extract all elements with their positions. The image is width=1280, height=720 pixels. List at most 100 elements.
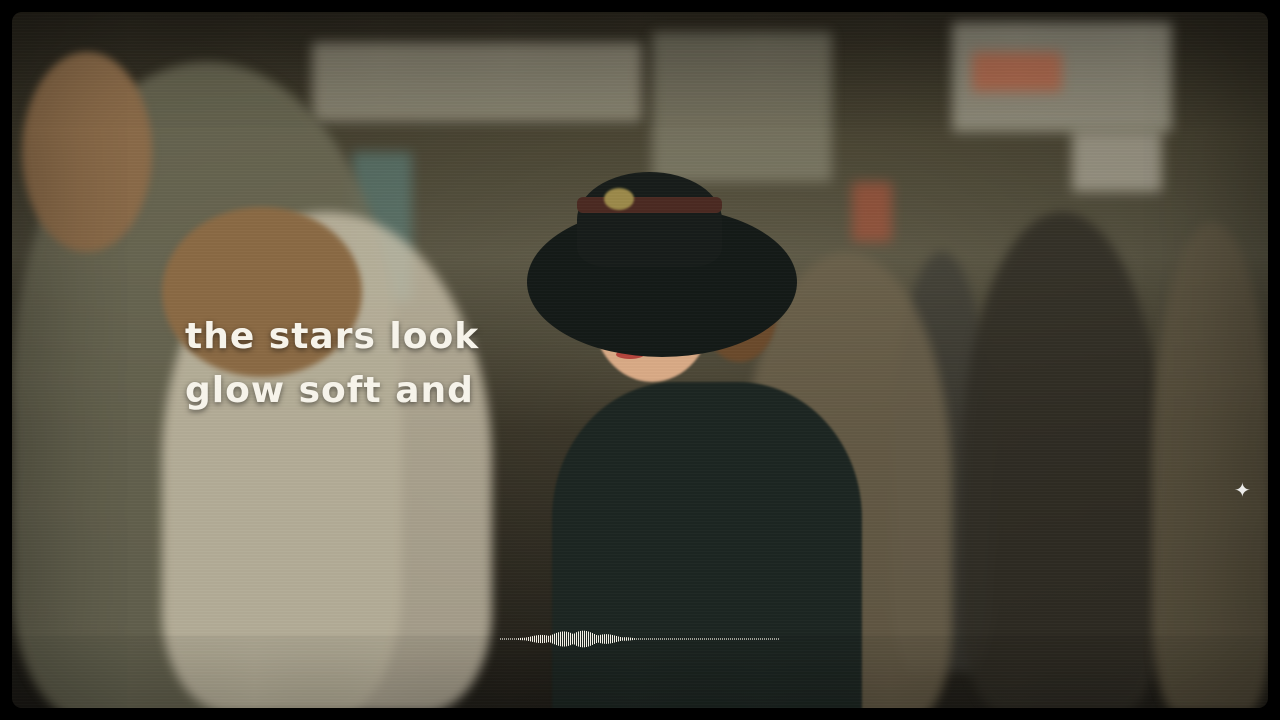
waveform-bar [692, 638, 693, 640]
waveform-bar [736, 638, 737, 640]
waveform-bar [558, 632, 559, 646]
waveform-bar [646, 638, 647, 640]
waveform-bar [604, 634, 605, 644]
waveform-bar [574, 633, 575, 645]
waveform-bar [642, 638, 643, 640]
waveform-bar [690, 638, 691, 640]
waveform-bar [738, 638, 739, 640]
waveform-bar [674, 638, 675, 640]
waveform-bar [594, 634, 595, 644]
waveform-bar [636, 638, 637, 640]
waveform-bar [640, 638, 641, 640]
waveform-bar [664, 638, 665, 640]
waveform-bar [514, 638, 515, 640]
waveform-bar [566, 631, 567, 647]
waveform-bar [590, 632, 591, 646]
waveform-bar [760, 638, 761, 640]
waveform-bar [540, 634, 541, 644]
waveform-bar [546, 635, 547, 643]
waveform-bar [766, 638, 767, 640]
waveform-bar [564, 631, 565, 647]
waveform-bar [670, 638, 671, 640]
video-frame: the stars look glow soft and ✦ [0, 0, 1280, 720]
waveform-bar [702, 638, 703, 640]
waveform-bar [770, 638, 771, 640]
waveform-bar [726, 638, 727, 640]
waveform-bar [740, 638, 741, 640]
waveform-bar [648, 638, 649, 640]
waveform-bar [638, 638, 639, 640]
waveform-bar [518, 638, 519, 640]
waveform-bar [570, 632, 571, 646]
waveform-bar [748, 638, 749, 640]
waveform-bar [732, 638, 733, 640]
waveform-bar [776, 638, 777, 640]
waveform-bar [650, 638, 651, 640]
waveform-bar [510, 638, 511, 640]
waveform-bar [676, 638, 677, 640]
waveform-bar [644, 638, 645, 640]
waveform-bar [758, 638, 759, 640]
waveform-bar [536, 635, 537, 643]
waveform-bar [610, 634, 611, 644]
waveform-bar [568, 632, 569, 646]
waveform-bar [620, 636, 621, 642]
waveform-bar [622, 637, 623, 641]
waveform-bar [656, 638, 657, 640]
waveform-bar [678, 638, 679, 640]
waveform-bar [706, 638, 707, 640]
waveform-bar [508, 638, 509, 640]
waveform-bar [596, 634, 597, 644]
waveform-bar [660, 638, 661, 640]
waveform-bar [718, 638, 719, 640]
waveform-bar [576, 632, 577, 646]
waveform-bar [630, 637, 631, 641]
waveform-bar [762, 638, 763, 640]
waveform-bar [704, 638, 705, 640]
waveform-bar [714, 638, 715, 640]
waveform-bar [624, 637, 625, 641]
audio-waveform [500, 630, 779, 648]
waveform-bar [562, 631, 563, 647]
waveform-bar [606, 634, 607, 644]
waveform-bar [668, 638, 669, 640]
waveform-bar [524, 637, 525, 641]
waveform-bar [710, 638, 711, 640]
waveform-bar [618, 636, 619, 642]
waveform-bar [548, 635, 549, 643]
waveform-bar [662, 638, 663, 640]
waveform-bar [696, 638, 697, 640]
waveform-bar [532, 636, 533, 642]
waveform-bar [750, 638, 751, 640]
waveform-bar [586, 630, 587, 648]
waveform-bar [672, 638, 673, 640]
waveform-bar [682, 638, 683, 640]
waveform-bar [688, 638, 689, 640]
waveform-bar [742, 638, 743, 640]
waveform-bar [560, 631, 561, 647]
waveform-bar [614, 635, 615, 643]
waveform-bar [652, 638, 653, 640]
waveform-bar [600, 634, 601, 644]
waveform-bar [578, 631, 579, 647]
waveform-bar [534, 635, 535, 643]
waveform-bar [778, 638, 779, 640]
waveform-bar [772, 638, 773, 640]
waveform-bar [530, 636, 531, 642]
waveform-bar [522, 637, 523, 641]
waveform-bar [598, 635, 599, 643]
waveform-bar [538, 635, 539, 643]
waveform-bar [552, 634, 553, 644]
waveform-bar [616, 635, 617, 643]
waveform-bar [550, 635, 551, 643]
waveform-bar [722, 638, 723, 640]
waveform-bar [556, 632, 557, 646]
waveform-bar [728, 638, 729, 640]
waveform-bar [744, 638, 745, 640]
waveform-bar [720, 638, 721, 640]
lyrics-overlay: the stars look glow soft and [185, 310, 479, 418]
waveform-bar [584, 630, 585, 648]
waveform-bar [544, 635, 545, 643]
waveform-bar [526, 637, 527, 641]
waveform-bar [686, 638, 687, 640]
